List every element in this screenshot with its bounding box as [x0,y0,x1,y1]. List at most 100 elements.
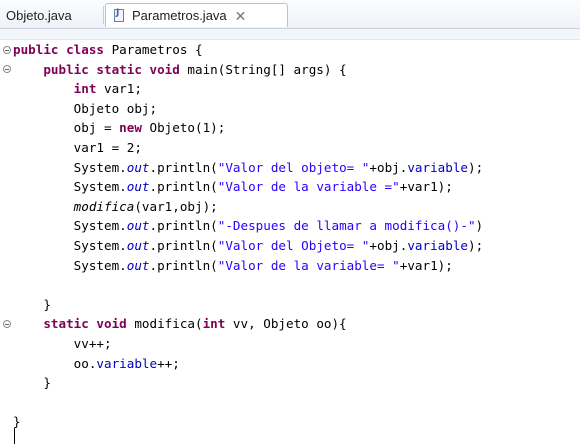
code-token: int [202,316,226,332]
tab-label: Parametros.java [132,8,227,23]
code-line: System.out.println("Valor del objeto= "+… [13,158,484,178]
code-token: ) [475,218,484,234]
code-token: .println( [149,237,218,253]
code-token: out [126,159,150,175]
code-token: +var1); [399,179,453,195]
code-editor[interactable]: public class Parametros { public static … [0,40,580,444]
editor-tab-bar: Objeto.java Parametros.java ✕ [0,0,580,29]
code-token: oo. [73,355,97,371]
code-token: static void [43,316,127,332]
code-token: Parametros { [104,42,203,57]
code-token: public class [13,42,104,57]
code-token: Objeto(1); [141,120,226,136]
code-token: obj = [73,120,120,136]
code-line: } [13,412,483,432]
code-token: .println( [149,218,218,234]
code-token: Objeto obj; [73,100,158,116]
fold-collapse-icon[interactable] [3,65,11,73]
code-line: static void modifica(int vv, Objeto oo){ [13,314,483,334]
tab-objeto-java[interactable]: Objeto.java [6,3,102,27]
code-token: vv, Objeto oo){ [225,316,347,332]
code-token: modifica [73,198,135,214]
code-token: System. [73,179,127,195]
code-token: new [119,120,142,136]
fold-collapse-icon[interactable] [3,46,11,54]
code-line: public class Parametros { [13,40,483,60]
code-token: .println( [149,159,218,175]
fold-collapse-icon[interactable] [3,320,11,328]
code-line: System.out.println("-Despues de llamar a… [13,216,483,236]
code-token: "Valor de la variable =" [217,179,400,195]
code-token: +var1); [399,257,453,273]
code-token: } [43,375,51,391]
editor-gutter [0,40,12,440]
code-token: .println( [149,179,218,195]
text-cursor [14,428,15,444]
code-token: variable [407,159,468,175]
code-token: int [73,81,97,97]
code-line: vv++; [13,334,483,354]
code-line: System.out.println("Valor del Objeto= "+… [13,236,484,256]
code-line: } [13,295,483,315]
tab-label: Objeto.java [6,7,72,23]
close-icon[interactable]: ✕ [235,9,247,23]
code-token: out [126,257,150,273]
code-line: obj = new Objeto(1); [13,118,483,138]
code-token: "Valor de la variable= " [217,257,400,273]
code-token: System. [73,218,127,234]
code-token: variable [407,237,468,253]
code-token: "Valor del Objeto= " [217,237,370,253]
code-token: out [126,179,150,195]
code-token: .println( [149,257,218,273]
code-token: modifica( [126,316,203,332]
code-token: (var1,obj); [134,198,218,214]
code-line: oo.variable++; [13,354,483,374]
code-token: variable [96,355,158,371]
code-token: +obj. [369,159,408,175]
java-file-icon [114,8,124,22]
code-token: var1; [96,81,142,97]
code-line: int var1; [13,79,483,99]
code-token: System. [73,237,127,253]
code-token: } [43,296,51,312]
code-line: } [13,373,483,393]
code-token: main(String[] args) { [179,61,347,77]
tab-parametros-java[interactable]: Parametros.java ✕ [105,3,288,27]
code-token: "-Despues de llamar a modifica()-" [217,218,476,234]
code-token: out [126,237,150,253]
code-token: ++; [157,355,180,371]
code-text[interactable]: public class Parametros { public static … [13,40,483,432]
code-line: System.out.println("Valor de la variable… [13,177,483,197]
code-line: public static void main(String[] args) { [13,60,483,80]
code-token: System. [73,257,127,273]
code-token: +obj. [369,237,408,253]
code-token: public static void [43,61,180,77]
code-line: modifica(var1,obj); [13,197,483,217]
editor-ruler [0,29,580,40]
code-token: out [126,218,150,234]
code-token: "Valor del objeto= " [217,159,370,175]
code-token: vv++; [73,335,112,351]
code-token: ); [468,159,484,175]
code-token: System. [73,159,127,175]
code-line: var1 = 2; [13,138,483,158]
code-line: Objeto obj; [13,99,483,119]
